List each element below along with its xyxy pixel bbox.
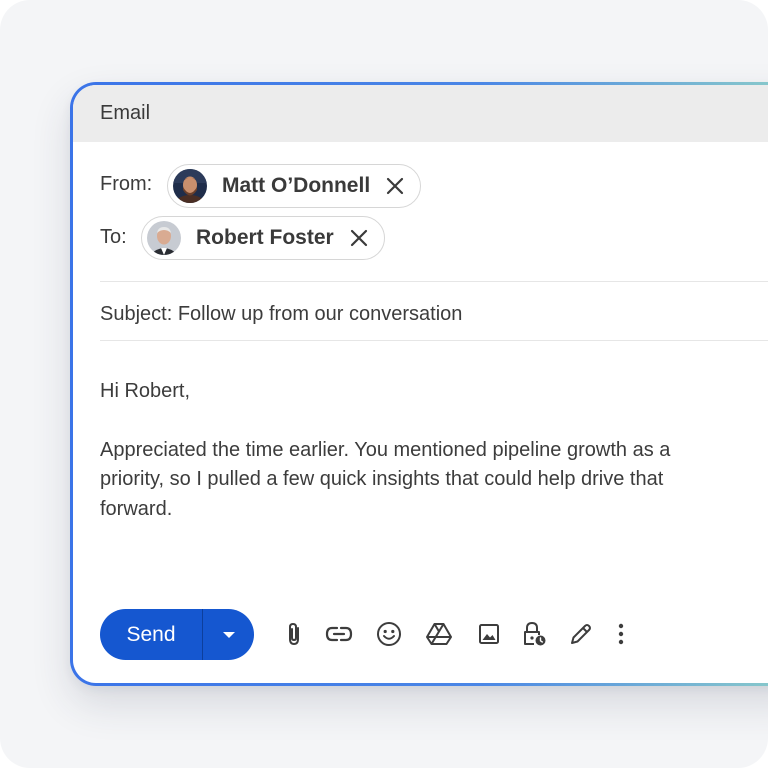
more-icon[interactable] xyxy=(606,619,636,649)
to-recipient-chip[interactable]: Robert Foster xyxy=(141,216,385,260)
image-icon[interactable] xyxy=(474,619,504,649)
window-title: Email xyxy=(100,102,151,124)
subject-field[interactable]: Subject: Follow up from our conversation xyxy=(100,303,462,326)
to-name: Robert Foster xyxy=(196,226,334,249)
email-window: Email From: Matt O’Donnell To: Robert Fo… xyxy=(73,85,768,683)
body-paragraph: Appreciated the time earlier. You mentio… xyxy=(100,438,671,520)
divider xyxy=(100,340,768,341)
divider xyxy=(100,281,768,282)
to-avatar xyxy=(147,221,181,255)
send-button[interactable]: Send xyxy=(100,609,202,660)
from-name: Matt O’Donnell xyxy=(222,174,371,197)
from-recipient-chip[interactable]: Matt O’Donnell xyxy=(167,164,422,208)
attach-icon[interactable] xyxy=(279,619,309,649)
lock-clock-icon[interactable] xyxy=(519,619,549,649)
remove-from-icon[interactable] xyxy=(384,175,406,197)
pen-icon[interactable] xyxy=(566,619,596,649)
drive-icon[interactable] xyxy=(424,619,454,649)
link-icon[interactable] xyxy=(324,619,354,649)
window-title-bar: Email xyxy=(73,85,768,142)
greeting-text: Hi Robert, xyxy=(100,380,191,402)
message-body[interactable]: Hi Robert, Appreciated the time earlier.… xyxy=(100,377,680,524)
caret-down-icon xyxy=(222,631,235,638)
emoji-icon[interactable] xyxy=(374,619,404,649)
send-button-group: Send xyxy=(100,609,254,660)
canvas-background: Email From: Matt O’Donnell To: Robert Fo… xyxy=(0,0,768,768)
email-window-frame: Email From: Matt O’Donnell To: Robert Fo… xyxy=(70,82,768,686)
remove-to-icon[interactable] xyxy=(348,227,370,249)
from-label: From: xyxy=(100,173,153,195)
send-options-dropdown[interactable] xyxy=(203,609,254,660)
to-label: To: xyxy=(100,226,127,248)
from-avatar xyxy=(173,169,207,203)
